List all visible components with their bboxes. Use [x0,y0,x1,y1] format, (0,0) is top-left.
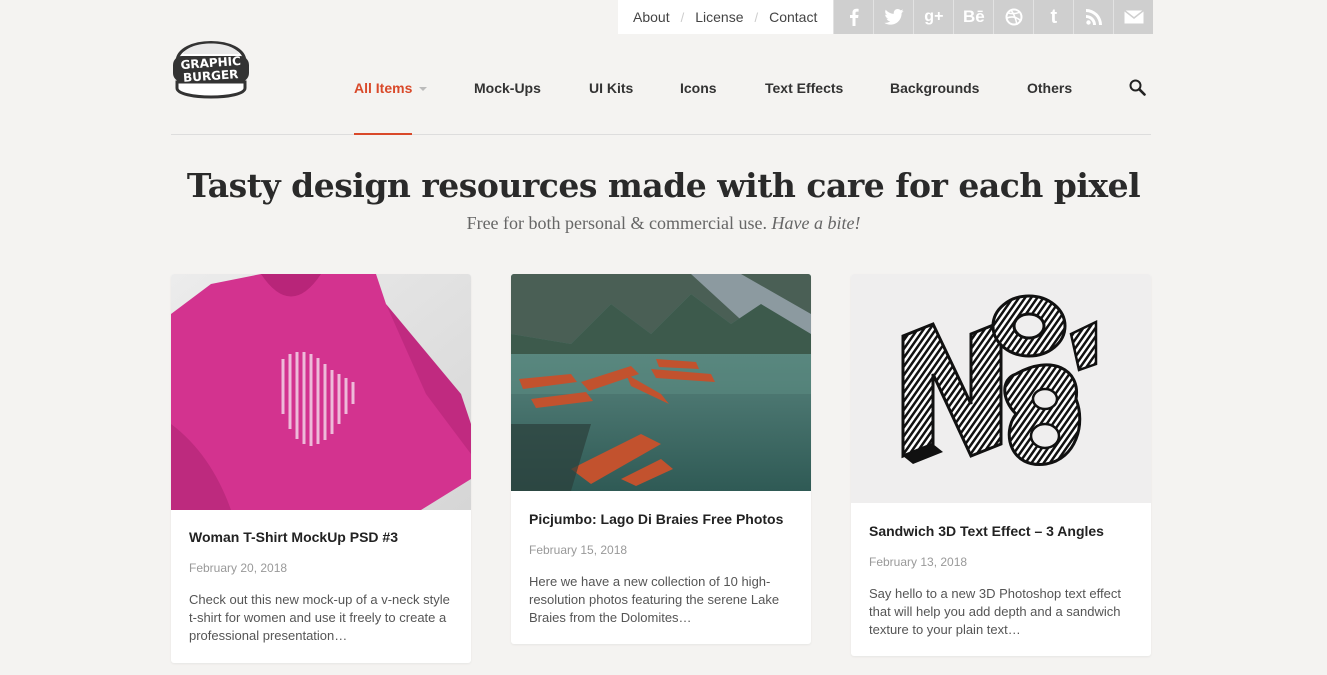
behance-icon[interactable]: Bē [953,0,994,34]
mail-icon[interactable] [1113,0,1154,34]
nav-mock-ups[interactable]: Mock-Ups [474,80,541,96]
post-date: February 15, 2018 [529,543,628,557]
nav-active-indicator [354,133,412,135]
lake-photo-thumbnail[interactable] [511,274,811,491]
nav-label: All Items [354,80,413,96]
nav-all-items[interactable]: All Items [354,80,428,96]
rss-icon[interactable] [1073,0,1114,34]
google-plus-icon[interactable]: g+ [913,0,954,34]
nav-divider [171,134,1151,135]
3d-text-thumbnail[interactable] [851,274,1151,503]
separator: / [754,9,759,25]
top-links: About / License / Contact [618,0,834,34]
hero-title: Tasty design resources made with care fo… [186,166,1141,205]
caret-down-icon [419,87,428,92]
hero-subtitle-emphasis: Have a bite! [771,213,861,233]
post-excerpt: Check out this new mock-up of a v-neck s… [189,592,450,643]
post-title[interactable]: Woman T-Shirt MockUp PSD #3 [189,529,453,545]
post-card[interactable]: Sandwich 3D Text Effect – 3 Angles Febru… [851,274,1151,656]
tshirt-thumbnail[interactable] [171,274,471,510]
search-icon[interactable] [1129,79,1146,96]
hero-subtitle: Free for both personal & commercial use.… [0,213,1327,234]
post-excerpt: Say hello to a new 3D Photoshop text eff… [869,586,1121,637]
license-link[interactable]: License [695,9,743,25]
nav-text-effects[interactable]: Text Effects [765,80,843,96]
post-date: February 13, 2018 [869,555,968,569]
post-card[interactable]: Picjumbo: Lago Di Braies Free Photos Feb… [511,274,811,644]
nav-ui-kits[interactable]: UI Kits [589,80,633,96]
post-date: February 20, 2018 [189,561,288,575]
nav-icons[interactable]: Icons [680,80,717,96]
hero-subtitle-text: Free for both personal & commercial use. [466,213,767,233]
facebook-icon[interactable] [833,0,874,34]
post-card[interactable]: Woman T-Shirt MockUp PSD #3 February 20,… [171,274,471,663]
twitter-icon[interactable] [873,0,914,34]
social-links: g+ Bē t [833,0,1154,34]
nav-items: All Items Mock-Ups UI Kits Icons Text Ef… [0,78,1327,98]
top-bar: About / License / Contact g+ Bē t [618,0,1154,34]
post-title[interactable]: Picjumbo: Lago Di Braies Free Photos [529,511,793,527]
contact-link[interactable]: Contact [769,9,817,25]
nav-others[interactable]: Others [1027,80,1072,96]
post-title[interactable]: Sandwich 3D Text Effect – 3 Angles [869,523,1133,539]
tumblr-icon[interactable]: t [1033,0,1074,34]
about-link[interactable]: About [633,9,670,25]
post-excerpt: Here we have a new collection of 10 high… [529,574,780,625]
dribbble-icon[interactable] [993,0,1034,34]
nav-backgrounds[interactable]: Backgrounds [890,80,979,96]
separator: / [680,9,685,25]
